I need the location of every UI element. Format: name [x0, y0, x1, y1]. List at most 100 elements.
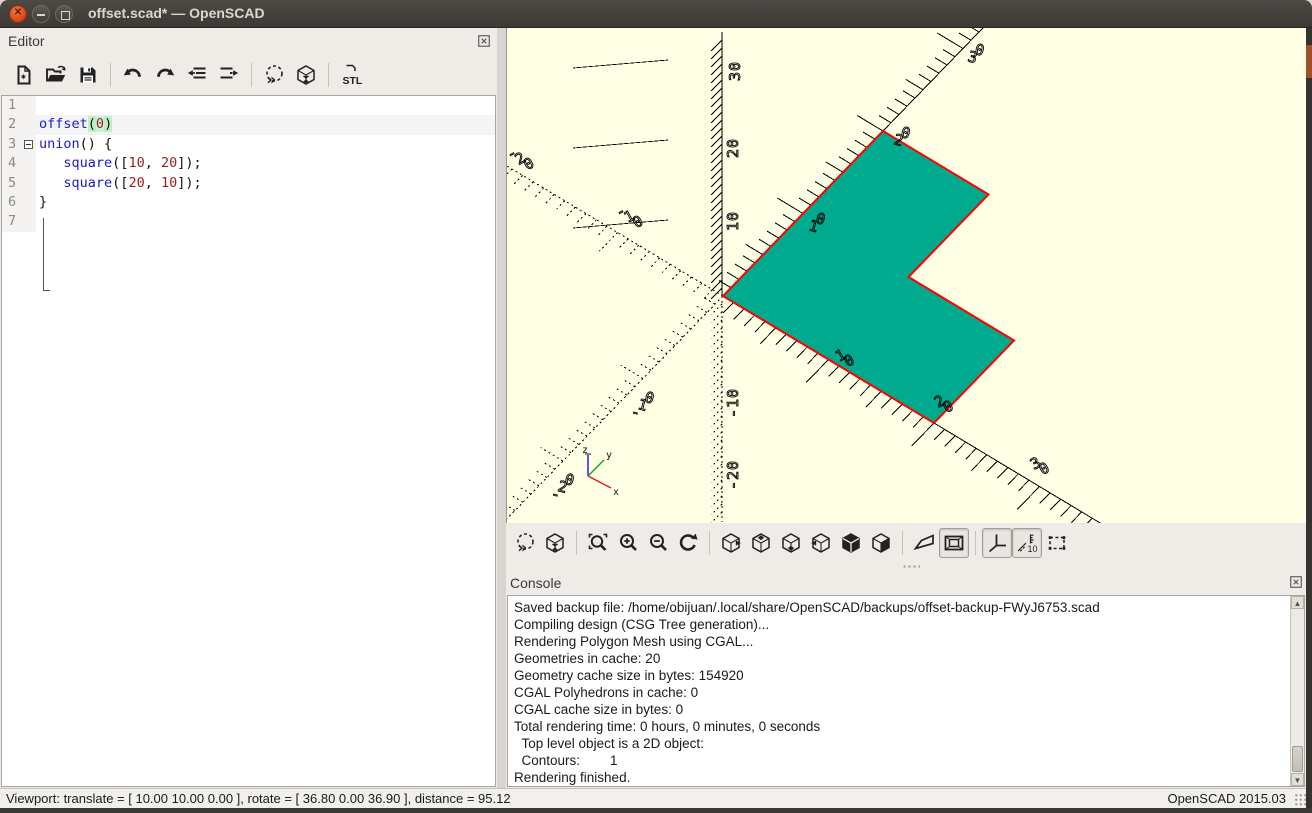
line-number: 7	[2, 212, 22, 232]
view-front-button[interactable]	[836, 528, 866, 558]
zoom-out-button[interactable]	[643, 528, 673, 558]
indent-icon	[220, 67, 239, 79]
scrollbar-up-arrow[interactable]: ▲	[1291, 596, 1304, 609]
close-icon	[1290, 576, 1302, 588]
status-bar: Viewport: translate = [ 10.00 10.00 0.00…	[0, 788, 1312, 808]
window-right-edge	[1306, 28, 1312, 808]
export-stl-icon: STL	[343, 64, 363, 87]
toolbar-separator	[251, 63, 252, 87]
show-scale-markers-button[interactable]: 10	[1012, 528, 1042, 558]
z-axis-label: z	[582, 445, 588, 456]
render-icon	[297, 65, 315, 85]
code-line[interactable]: 7	[2, 212, 495, 232]
window-maximize-button[interactable]	[55, 5, 73, 23]
version-text: OpenSCAD 2015.03	[1167, 791, 1286, 806]
line-number: 4	[2, 154, 22, 174]
undo-icon	[123, 68, 141, 78]
zoom-out-icon	[650, 534, 667, 551]
editor-close-button[interactable]	[477, 34, 491, 48]
view-bottom-button[interactable]	[776, 528, 806, 558]
view-right-icon	[722, 533, 741, 553]
view-back-icon	[872, 533, 890, 553]
indent-button[interactable]	[213, 60, 245, 90]
perspective-icon	[913, 534, 934, 551]
fold-marker[interactable]	[24, 139, 33, 149]
show-axes-icon	[988, 534, 1006, 553]
redo-button[interactable]	[149, 60, 181, 90]
openscad-window: offset.scad* — OpenSCAD Editor » STL 12 of…	[0, 0, 1312, 813]
orthographic-button[interactable]	[939, 528, 969, 558]
axis-tick-label: -20	[507, 140, 543, 176]
show-edges-button[interactable]	[1042, 528, 1072, 558]
axis-tick-label: -10	[608, 198, 652, 234]
save-file-button[interactable]	[72, 60, 104, 90]
axis-tick-label: 20	[724, 138, 742, 158]
code-editor[interactable]: 1 2 offset(0) 3 union() {4 square([10, 20]);…	[1, 95, 496, 787]
close-icon	[478, 35, 490, 47]
toolbar-grip-handle[interactable]	[902, 564, 920, 569]
x-axis-label: x	[613, 487, 619, 498]
fold-column	[22, 96, 36, 116]
zoom-all-button[interactable]	[583, 528, 613, 558]
show-axes-button[interactable]	[982, 528, 1012, 558]
view-left-button[interactable]	[806, 528, 836, 558]
code-line[interactable]: 5 square([20, 10]);	[2, 173, 495, 193]
scrollbar-thumb[interactable]	[1292, 746, 1303, 772]
axis-tick-label: -10	[623, 384, 664, 426]
code-line[interactable]: 1	[2, 96, 495, 116]
code-line[interactable]: 6}	[2, 192, 495, 213]
console-scrollbar[interactable]: ▲ ▼	[1290, 596, 1304, 786]
window-title: offset.scad* — OpenSCAD	[88, 5, 265, 21]
redo-icon	[157, 68, 175, 78]
new-file-button[interactable]	[8, 60, 40, 90]
code-line[interactable]: 2 offset(0)	[2, 115, 495, 135]
code-text: square([20, 10]);	[63, 174, 202, 191]
orthographic-icon	[944, 535, 964, 551]
fold-column	[22, 173, 36, 193]
console-output[interactable]: Saved backup file: /home/obijuan/.local/…	[507, 595, 1305, 787]
window-close-button[interactable]	[9, 5, 27, 23]
undo-button[interactable]	[117, 60, 149, 90]
open-file-icon	[46, 65, 66, 82]
window-minimize-button[interactable]	[32, 5, 50, 23]
zoom-in-button[interactable]	[613, 528, 643, 558]
preview-icon: »	[517, 533, 534, 556]
preview-button[interactable]: »	[258, 60, 290, 90]
preview-button[interactable]: »	[510, 528, 540, 558]
perspective-button[interactable]	[909, 528, 939, 558]
fold-column	[22, 192, 36, 213]
svg-text:STL: STL	[343, 75, 363, 87]
editor-panel: Editor » STL 1 2 offset(0) 3 union() {4 squar…	[0, 28, 497, 788]
svg-text:10: 10	[1028, 544, 1038, 554]
editor-panel-header: Editor	[0, 28, 497, 55]
viewport-toolbar-strip	[506, 563, 1306, 571]
csg-2d-polygon[interactable]	[721, 129, 1016, 425]
unindent-button[interactable]	[181, 60, 213, 90]
view-top-button[interactable]	[746, 528, 776, 558]
zoom-in-icon	[620, 534, 637, 551]
window-right-edge-accent	[1306, 45, 1312, 78]
window-bottom-edge	[0, 808, 1312, 813]
3d-viewport[interactable]: 10 20 30 -10 -20 10 20 30 -10 -20 10 20 30 -10 -20 z y x	[493, 23, 1306, 535]
view-right-button[interactable]	[716, 528, 746, 558]
view-back-button[interactable]	[866, 528, 896, 558]
code-line[interactable]: 3 union() {	[2, 134, 495, 155]
code-text: offset(0)	[36, 115, 495, 135]
export-stl-button[interactable]: STL	[335, 60, 367, 90]
scrollbar-down-arrow[interactable]: ▼	[1291, 773, 1304, 786]
open-file-button[interactable]	[40, 60, 72, 90]
code-line[interactable]: 4 square([10, 20]);	[2, 154, 495, 174]
render-button[interactable]	[290, 60, 322, 90]
line-number: 1	[2, 96, 22, 116]
render-button[interactable]	[540, 528, 570, 558]
console-panel: Console Saved backup file: /home/obijuan…	[506, 571, 1306, 788]
toolbar-separator	[709, 531, 710, 555]
svg-text:»: »	[518, 539, 528, 556]
view-bottom-icon	[782, 533, 800, 553]
reset-view-button[interactable]	[673, 528, 703, 558]
editor-viewport-splitter[interactable]	[497, 28, 506, 788]
axis-tick-label: 30	[960, 37, 994, 71]
console-close-button[interactable]	[1289, 575, 1303, 589]
y-axis-label: y	[606, 450, 612, 461]
